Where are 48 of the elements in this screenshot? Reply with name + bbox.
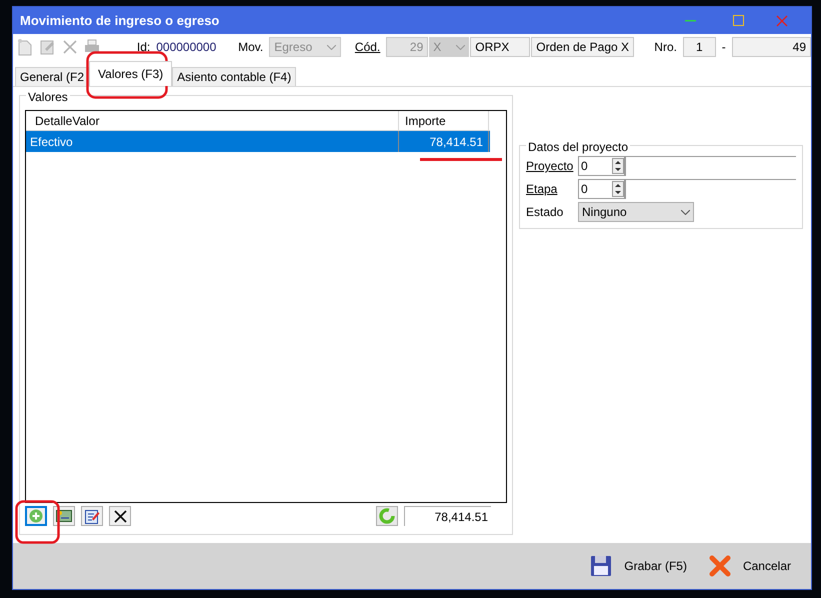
description-field[interactable] bbox=[625, 179, 796, 199]
number-field[interactable]: 49 bbox=[732, 37, 811, 57]
spinner-icon[interactable] bbox=[612, 181, 624, 197]
save-button[interactable]: Grabar (F5) bbox=[584, 548, 693, 584]
id-label: Id: bbox=[136, 39, 150, 56]
action-button[interactable] bbox=[81, 506, 103, 526]
chevron-down-icon bbox=[681, 210, 690, 214]
column-header[interactable]: DetalleValor bbox=[26, 111, 399, 130]
spin-field[interactable]: 0 bbox=[578, 179, 625, 199]
action-button[interactable] bbox=[109, 506, 131, 526]
name-field[interactable]: Orden de Pago X bbox=[531, 37, 634, 57]
field-label: Proyecto bbox=[526, 158, 574, 175]
series-field[interactable]: 1 bbox=[682, 37, 716, 57]
mov-label: Mov. bbox=[238, 39, 264, 56]
refresh-icon bbox=[379, 508, 395, 524]
tab[interactable]: General (F2 bbox=[15, 67, 90, 86]
column-header[interactable]: Importe bbox=[399, 111, 489, 130]
spinner-icon[interactable] bbox=[612, 158, 624, 174]
field-label: Etapa bbox=[526, 181, 558, 198]
action-button[interactable] bbox=[53, 506, 75, 526]
maximize-icon bbox=[732, 15, 744, 26]
field-label: Estado bbox=[526, 204, 564, 221]
edit-icon bbox=[84, 508, 100, 524]
description-field[interactable] bbox=[625, 156, 796, 176]
table-row[interactable]: Efectivo 78,414.51 bbox=[26, 131, 490, 152]
tab[interactable]: Asiento contable (F4) bbox=[172, 67, 296, 86]
refresh-button[interactable] bbox=[376, 506, 398, 526]
delete-icon bbox=[114, 510, 126, 522]
cross-icon bbox=[708, 555, 731, 577]
chevron-down-icon bbox=[326, 44, 336, 50]
table-cell: 78,414.51 bbox=[399, 131, 489, 152]
separator-dash: - bbox=[722, 39, 726, 56]
estado-dropdown[interactable]: Ninguno bbox=[578, 202, 694, 222]
close-icon bbox=[776, 14, 788, 26]
tab[interactable]: Valores (F3) bbox=[89, 61, 172, 86]
spin-field[interactable]: 0 bbox=[578, 156, 625, 176]
cod-label: Cód. bbox=[354, 39, 380, 56]
nro-label: Nro. bbox=[654, 39, 677, 56]
window-title: Movimiento de ingreso o egreso bbox=[20, 12, 220, 30]
id-value: 000000000 bbox=[156, 39, 218, 56]
add-icon bbox=[29, 509, 43, 523]
chevron-down-icon bbox=[456, 44, 466, 50]
highlight-ring bbox=[15, 500, 60, 544]
minimize-icon bbox=[684, 20, 696, 22]
cancel-button[interactable]: Cancelar bbox=[702, 548, 797, 584]
table-cell: Efectivo bbox=[26, 131, 399, 152]
total-field: 78,414.51 bbox=[404, 506, 491, 526]
code-field[interactable]: ORPX bbox=[470, 37, 530, 57]
